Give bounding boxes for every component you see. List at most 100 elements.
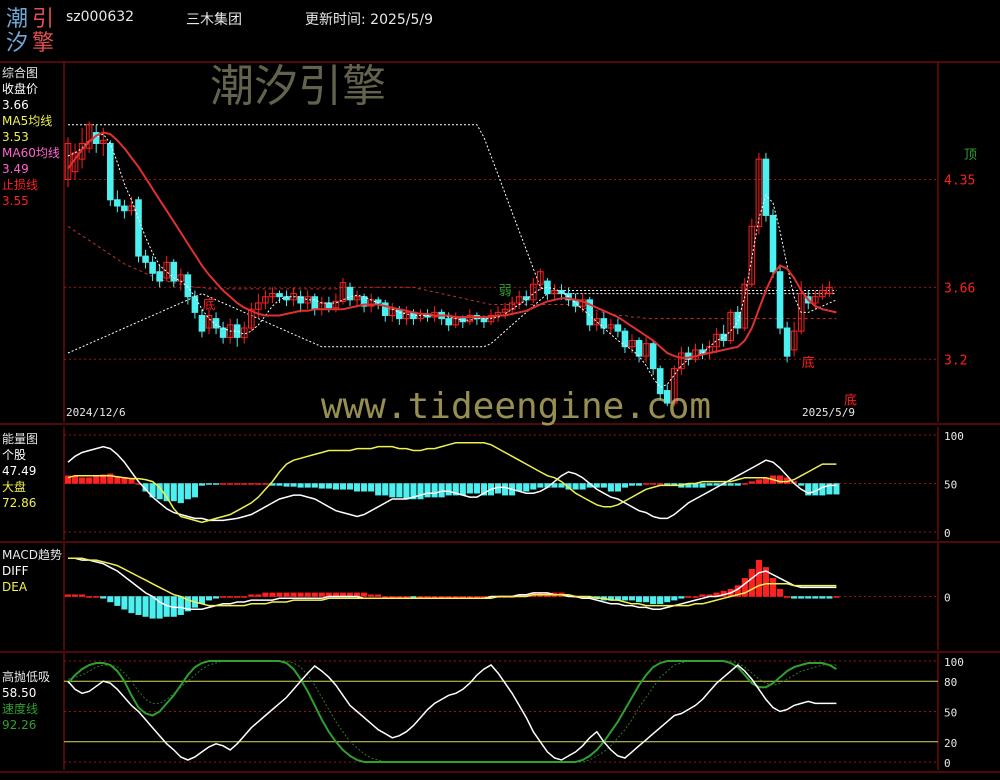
macd-bar — [473, 596, 480, 598]
macd-bar — [784, 596, 791, 598]
macd-bar — [227, 596, 234, 598]
energy-bar — [657, 483, 664, 485]
energy-bar — [628, 483, 636, 486]
energy-bar — [339, 483, 346, 490]
candle-body — [184, 274, 192, 298]
energy-bar — [255, 483, 262, 485]
candle-body — [156, 271, 163, 282]
energy-bar — [248, 483, 255, 485]
energy-bar — [748, 481, 755, 484]
energy-bar — [262, 483, 269, 485]
macd-bar — [671, 596, 678, 601]
panel-title: MACD趋势 — [2, 548, 62, 562]
energy-bar — [318, 483, 325, 489]
energy-bar — [755, 479, 762, 484]
url-watermark: www.tideengine.com — [321, 386, 711, 427]
candle-body — [219, 327, 227, 338]
legend-name: 个股 — [2, 448, 27, 462]
energy-tick-label: 50 — [944, 479, 957, 492]
energy-bar — [332, 483, 339, 490]
osc-tick-label: 0 — [944, 757, 951, 770]
macd-bar — [220, 596, 227, 598]
energy-bar — [241, 483, 248, 485]
panel-title: 能量图 — [2, 432, 39, 446]
macd-bar — [812, 596, 819, 599]
energy-bar — [396, 483, 403, 498]
macd-bar — [368, 594, 375, 597]
energy-bar — [177, 483, 184, 504]
candle-body — [614, 324, 622, 332]
macd-bar — [121, 596, 128, 610]
macd-bar — [628, 596, 636, 601]
energy-bar — [502, 483, 509, 496]
macd-bar — [826, 596, 833, 599]
energy-bar — [459, 483, 466, 496]
candle-body — [783, 327, 791, 357]
lower-band — [67, 293, 837, 354]
energy-bar — [198, 483, 205, 486]
energy-tick-label: 0 — [944, 527, 951, 540]
macd-tick-label: 0 — [944, 592, 951, 605]
energy-bar — [283, 483, 290, 487]
ma60-line — [67, 131, 837, 359]
candle-body — [198, 314, 206, 332]
energy-bar — [93, 476, 100, 484]
candle-body — [621, 330, 629, 348]
macd-bar — [318, 592, 325, 597]
macd-bar — [699, 594, 706, 597]
energy-bar — [424, 483, 431, 498]
energy-bar — [304, 483, 311, 488]
energy-bar — [741, 483, 748, 485]
macd-bar — [650, 596, 657, 605]
energy-bar — [368, 483, 375, 492]
date-start-label: 2024/12/6 — [66, 406, 126, 419]
macd-bar — [304, 592, 311, 597]
ma5-line — [67, 133, 837, 389]
candle-body — [325, 302, 333, 309]
macd-bar — [361, 592, 368, 597]
macd-bar — [678, 596, 685, 599]
legend-name: MA5均线 — [2, 114, 53, 128]
macd-bar — [777, 588, 784, 597]
macd-bar — [375, 594, 382, 597]
candle-body — [149, 261, 156, 274]
energy-bar — [650, 483, 657, 485]
macd-bar — [107, 596, 114, 603]
macd-bar — [466, 596, 473, 598]
macd-bar — [114, 596, 121, 606]
macd-bar — [311, 592, 318, 597]
macd-bar — [621, 596, 629, 601]
long-ma-line — [67, 225, 837, 320]
legend-value: 3.49 — [2, 162, 29, 176]
chart-canvas: 4.353.663.2底弱底底顶2024/12/6 2025/5/9潮汐引擎www… — [0, 61, 1000, 773]
energy-bar — [431, 483, 438, 498]
macd-bar — [657, 596, 664, 605]
macd-bar — [128, 596, 135, 614]
osc-white-line — [67, 664, 837, 761]
candle-body — [445, 318, 452, 326]
macd-bar — [459, 596, 466, 598]
macd-bar — [438, 596, 445, 598]
energy-bar — [128, 478, 135, 484]
legend-value: 3.55 — [2, 194, 29, 208]
macd-bar — [819, 596, 826, 599]
price-tick-label: 3.66 — [944, 281, 975, 296]
macd-bar — [255, 594, 262, 597]
energy-bar — [417, 483, 424, 500]
macd-bar — [748, 568, 755, 597]
candle-body — [107, 142, 114, 201]
osc-tick-label: 20 — [944, 737, 957, 750]
macd-bar — [692, 596, 699, 598]
price-tick-label: 4.35 — [944, 173, 975, 188]
macd-bar — [241, 596, 248, 598]
energy-bar — [205, 483, 213, 485]
legend-value: 3.66 — [2, 98, 29, 112]
macd-bar — [431, 596, 438, 598]
macd-bar — [445, 596, 452, 598]
energy-bar — [713, 483, 720, 486]
macd-bar — [791, 596, 798, 599]
signal-annotation: 顶 — [964, 148, 977, 163]
macd-bar — [269, 592, 276, 597]
energy-bar — [170, 483, 177, 502]
legend-value: 72.86 — [2, 496, 37, 510]
